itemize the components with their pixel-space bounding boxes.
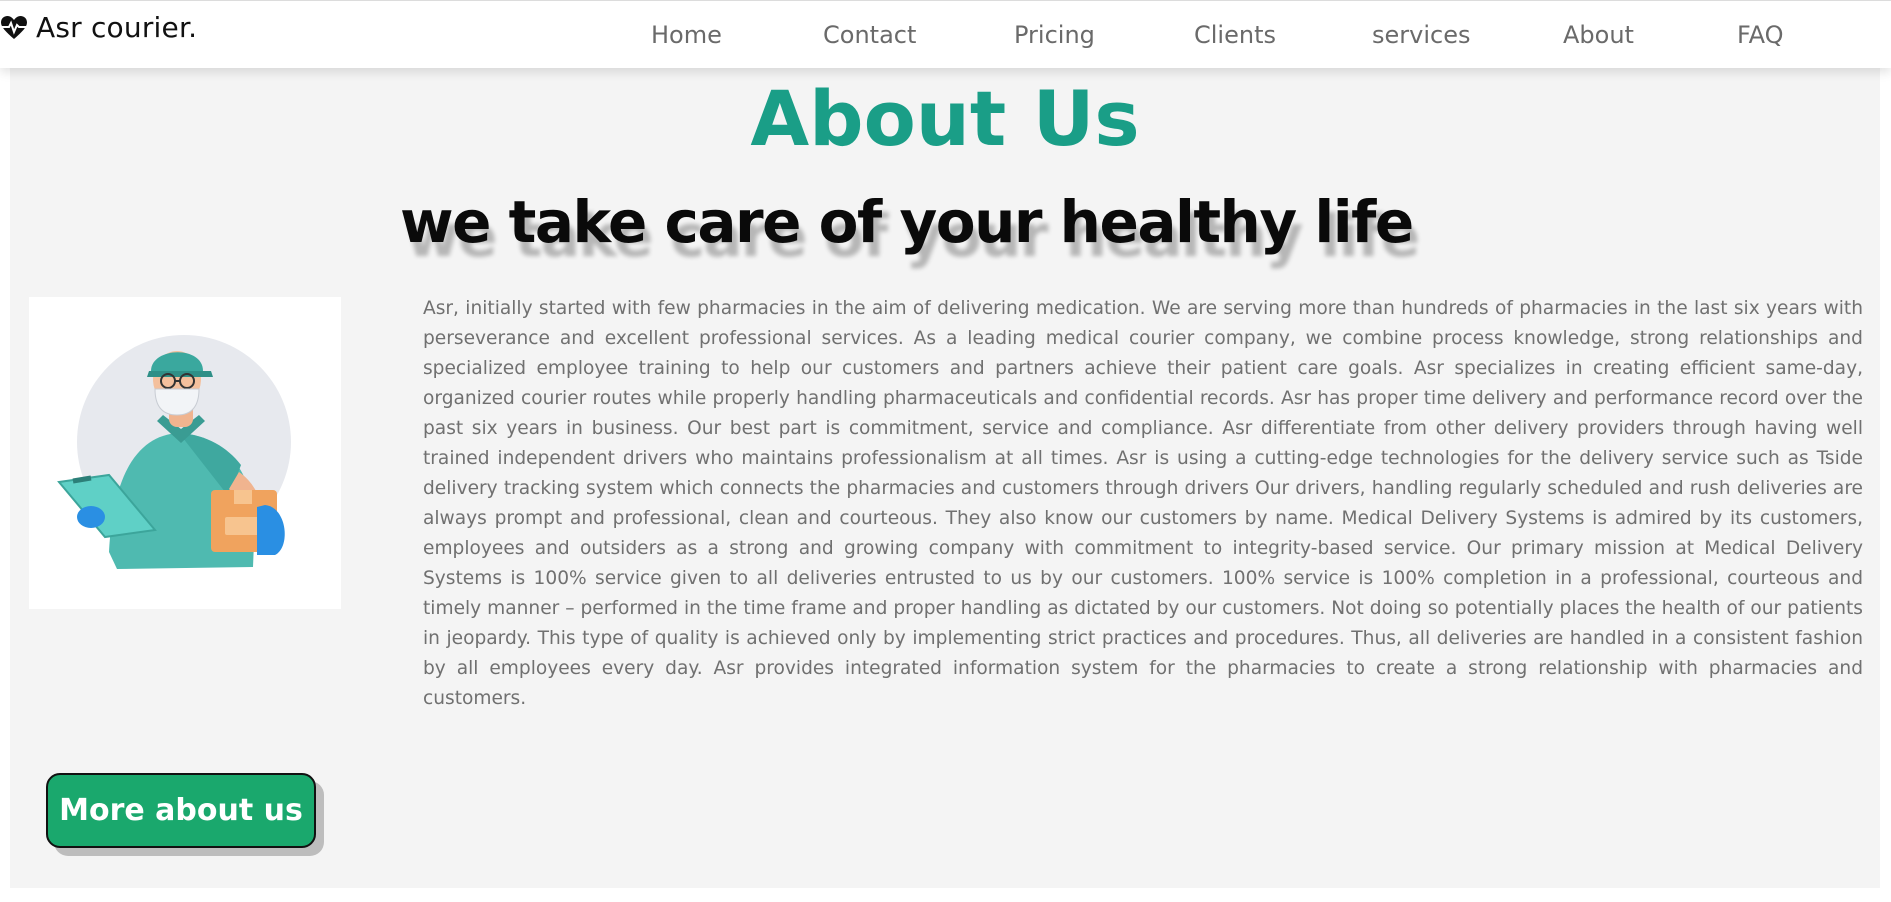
nav-links: Home Contact Pricing Clients services Ab… bbox=[0, 21, 1891, 57]
nav-about[interactable]: About bbox=[1563, 21, 1634, 49]
about-body-text: Asr, initially started with few pharmaci… bbox=[423, 298, 1863, 709]
courier-illustration bbox=[29, 297, 341, 609]
navbar: Asr courier. Home Contact Pricing Client… bbox=[0, 0, 1891, 68]
about-title: About Us bbox=[750, 74, 1140, 163]
nav-services[interactable]: services bbox=[1372, 21, 1470, 49]
more-about-us-button[interactable]: More about us bbox=[46, 773, 316, 848]
nav-home[interactable]: Home bbox=[651, 21, 722, 49]
nav-contact[interactable]: Contact bbox=[823, 21, 916, 49]
nav-faq[interactable]: FAQ bbox=[1737, 21, 1784, 49]
nav-pricing[interactable]: Pricing bbox=[1014, 21, 1095, 49]
nav-clients[interactable]: Clients bbox=[1194, 21, 1276, 49]
about-section: About Us we take care of your healthy li… bbox=[10, 68, 1880, 888]
about-tagline: we take care of your healthy life bbox=[400, 188, 1414, 256]
